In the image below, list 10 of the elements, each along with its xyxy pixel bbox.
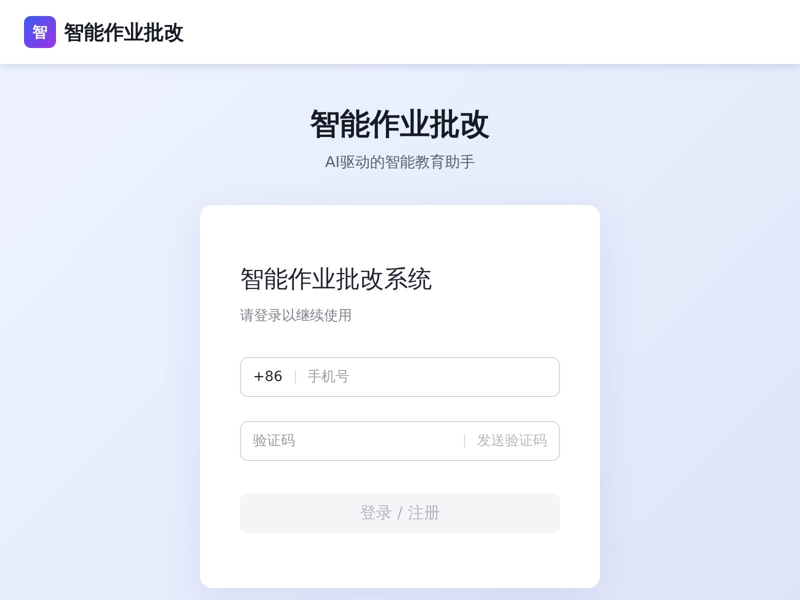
country-code: +86 (253, 368, 283, 386)
card-title: 智能作业批改系统 (240, 264, 433, 295)
phone-field[interactable]: +86 手机号 (240, 357, 560, 397)
app-title: 智能作业批改 (64, 19, 184, 46)
verification-code-input[interactable]: 验证码 (253, 430, 452, 452)
card-subtitle: 请登录以继续使用 (240, 307, 353, 326)
app-logo: 智 (24, 16, 56, 48)
hero-subtitle: AI驱动的智能教育助手 (325, 152, 475, 173)
hero-title: 智能作业批改 (310, 106, 490, 144)
phone-number-input[interactable]: 手机号 (308, 366, 547, 388)
